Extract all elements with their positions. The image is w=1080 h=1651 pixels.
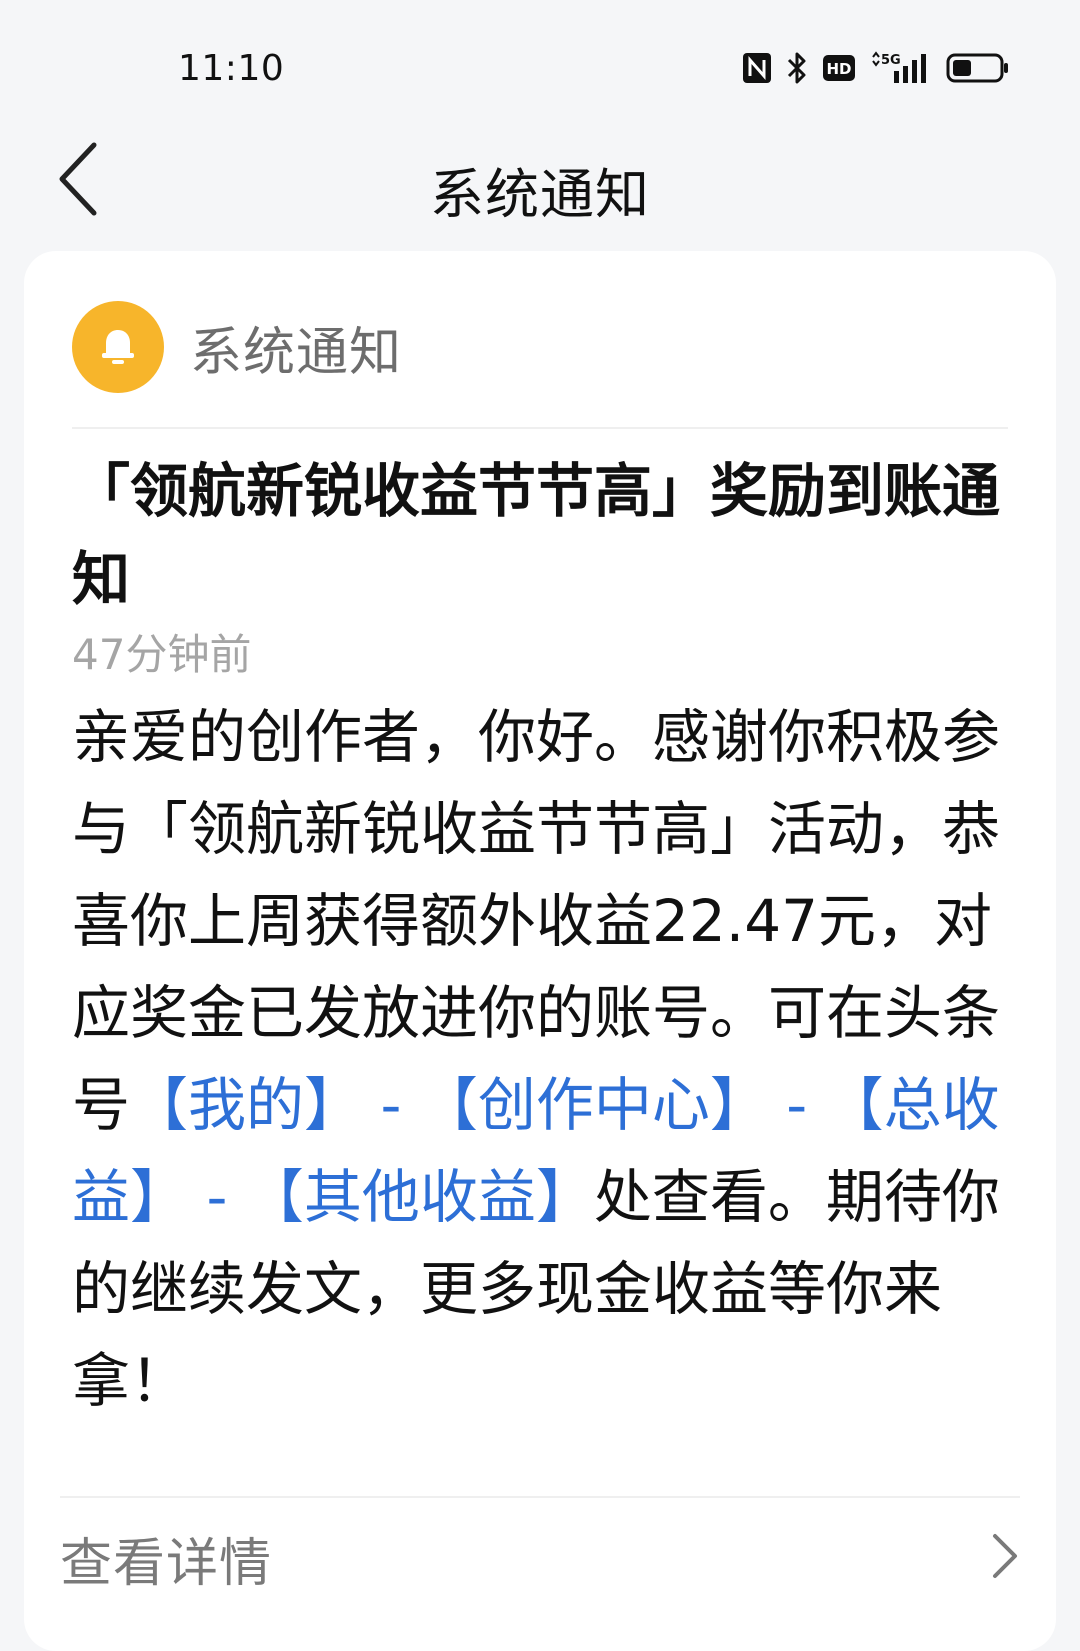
notification-card: 系统通知 「领航新锐收益节节高」奖励到账通知 47分钟前 亲爱的创作者，你好。感…	[24, 251, 1056, 1651]
top-nav: 系统通知	[0, 130, 1080, 240]
page-title: 系统通知	[430, 163, 650, 226]
status-icons: HD 5G	[742, 50, 1010, 86]
notification-title: 「领航新锐收益节节高」奖励到账通知	[72, 457, 1001, 613]
svg-text:HD: HD	[826, 60, 851, 78]
link-other-income[interactable]: 【其他收益】	[246, 1163, 594, 1231]
signal-5g-icon: 5G	[870, 51, 932, 85]
link-separator: -	[362, 1071, 420, 1139]
link-separator: -	[188, 1163, 246, 1231]
nfc-icon	[742, 52, 772, 84]
sender-name: 系统通知	[190, 322, 403, 383]
bell-icon	[94, 321, 142, 373]
link-mine[interactable]: 【我的】	[130, 1071, 362, 1139]
chevron-right-icon	[990, 1531, 1020, 1585]
avatar	[72, 301, 164, 393]
view-details-label: 查看详情	[60, 1533, 273, 1594]
link-creation-center[interactable]: 【创作中心】	[420, 1071, 768, 1139]
status-bar: 11:10 HD 5G	[0, 0, 1080, 130]
hd-icon: HD	[822, 54, 856, 82]
status-time: 11:10	[178, 48, 285, 89]
notification-time: 47分钟前	[72, 630, 252, 679]
divider	[60, 1496, 1020, 1498]
notification-body: 亲爱的创作者，你好。感谢你积极参与「领航新锐收益节节高」活动，恭喜你上周获得额外…	[72, 691, 1017, 1427]
link-separator: -	[767, 1071, 826, 1139]
notification-header: 系统通知	[72, 301, 402, 393]
svg-text:5G: 5G	[881, 53, 901, 68]
bluetooth-icon	[786, 51, 808, 85]
battery-icon	[946, 53, 1010, 83]
view-details-button[interactable]: 查看详情	[60, 1503, 1020, 1613]
divider	[72, 427, 1008, 429]
